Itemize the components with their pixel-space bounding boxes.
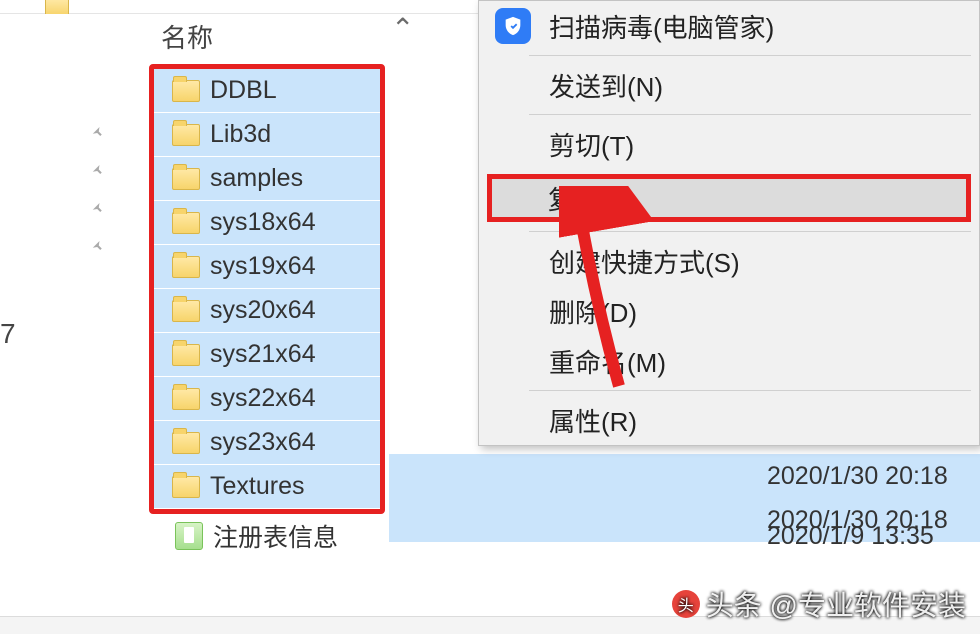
sidebar-number: 7 [0, 318, 16, 350]
folder-icon [172, 432, 200, 454]
menu-label: 创建快捷方式(S) [549, 243, 740, 280]
menu-separator [529, 55, 971, 56]
folder-icon [172, 388, 200, 410]
folder-icon [172, 344, 200, 366]
pin-icon [0, 228, 135, 266]
list-item[interactable]: sys18x64 [154, 201, 380, 245]
folder-icon [172, 168, 200, 190]
folder-label: sys19x64 [210, 252, 316, 281]
list-item[interactable]: Lib3d [154, 113, 380, 157]
menu-label: 重命名(M) [549, 343, 666, 380]
selected-folders-box: DDBL Lib3d samples sys18x64 sys19x64 sys… [149, 64, 385, 514]
folder-label: Textures [210, 472, 304, 501]
folder-icon [172, 476, 200, 498]
menu-label: 复制(C) [548, 180, 636, 217]
pin-icon [0, 152, 135, 190]
menu-properties[interactable]: 属性(R) [479, 395, 979, 445]
menu-separator [529, 231, 971, 232]
folder-icon [172, 256, 200, 278]
pin-icon [0, 190, 135, 228]
reg-file-icon [175, 522, 203, 550]
list-item[interactable]: DDBL [154, 69, 380, 113]
menu-label: 扫描病毒(电脑管家) [549, 8, 774, 45]
list-item[interactable]: sys23x64 [154, 421, 380, 465]
list-item[interactable]: samples [154, 157, 380, 201]
menu-rename[interactable]: 重命名(M) [479, 336, 979, 386]
watermark: 头 头条 @专业软件安装 [672, 584, 966, 624]
context-menu: 扫描病毒(电脑管家) 发送到(N) 剪切(T) 复制(C) 创建快捷方式(S) … [478, 0, 980, 446]
menu-create-shortcut[interactable]: 创建快捷方式(S) [479, 236, 979, 286]
menu-scan-virus[interactable]: 扫描病毒(电脑管家) [479, 1, 979, 51]
menu-copy-highlight: 复制(C) [479, 169, 979, 227]
list-item[interactable]: 注册表信息 2020/1/9 13:35 注册表 [135, 514, 980, 558]
menu-label: 删除(D) [549, 293, 637, 330]
menu-send-to[interactable]: 发送到(N) [479, 60, 979, 110]
menu-separator [529, 114, 971, 115]
quick-access-panel: 7 [0, 14, 135, 634]
folder-icon [172, 212, 200, 234]
list-item[interactable]: sys21x64 [154, 333, 380, 377]
file-label: 注册表信息 [213, 518, 338, 554]
folder-icon [172, 300, 200, 322]
menu-separator [529, 390, 971, 391]
list-item[interactable]: sys20x64 [154, 289, 380, 333]
menu-cut[interactable]: 剪切(T) [479, 119, 979, 169]
folder-label: DDBL [210, 76, 277, 105]
folder-label: sys23x64 [210, 428, 316, 457]
row-tail: 2020/1/30 20:18 文件夹 [389, 454, 980, 498]
pin-icon [0, 114, 135, 152]
folder-label: Lib3d [210, 120, 271, 149]
menu-label: 属性(R) [549, 402, 637, 439]
list-item[interactable]: Textures [154, 465, 380, 509]
menu-label: 发送到(N) [549, 67, 663, 104]
menu-delete[interactable]: 删除(D) [479, 286, 979, 336]
watermark-text: 头条 @专业软件安装 [706, 584, 966, 624]
shield-icon [495, 8, 531, 44]
list-item[interactable]: sys19x64 [154, 245, 380, 289]
sort-asc-icon[interactable]: ⌃ [391, 12, 414, 45]
menu-copy[interactable]: 复制(C) [487, 174, 971, 222]
folder-icon [172, 124, 200, 146]
toutiao-icon: 头 [672, 590, 700, 618]
folder-label: sys21x64 [210, 340, 316, 369]
folder-label: sys22x64 [210, 384, 316, 413]
modified-date: 2020/1/9 13:35 [767, 522, 934, 551]
modified-date: 2020/1/30 20:18 [767, 462, 948, 491]
list-item[interactable]: sys22x64 [154, 377, 380, 421]
menu-label: 剪切(T) [549, 126, 634, 163]
folder-icon [172, 80, 200, 102]
folder-label: sys20x64 [210, 296, 316, 325]
column-name[interactable]: 名称 [135, 18, 213, 55]
folder-label: samples [210, 164, 303, 193]
folder-label: sys18x64 [210, 208, 316, 237]
